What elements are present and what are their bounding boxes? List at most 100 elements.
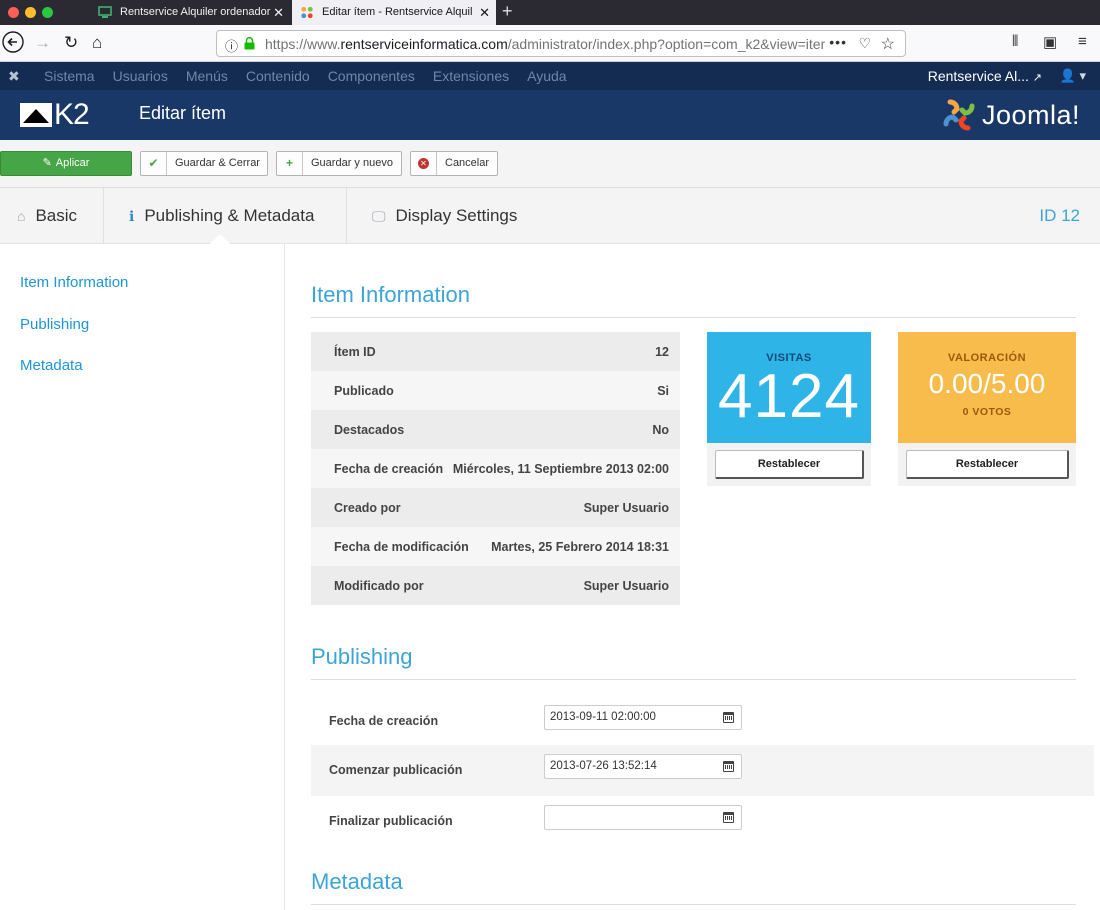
menu-item-ayuda[interactable]: Ayuda: [527, 62, 566, 90]
reset-visits-button[interactable]: Restablecer: [715, 450, 864, 479]
menu-item-extensiones[interactable]: Extensiones: [433, 62, 509, 90]
browser-nav-bar: → ↻ ⌂ ⓘ https://www.rentserviceinformati…: [0, 25, 1100, 62]
joomla-mark-icon: [943, 99, 975, 131]
table-row: Fecha de modificación Martes, 25 Febrero…: [311, 527, 680, 566]
calendar-icon[interactable]: [723, 761, 734, 772]
tab-publishing-label: Publishing & Metadata: [144, 206, 315, 225]
tab-basic-label: Basic: [35, 206, 78, 225]
reset-rating-button[interactable]: Restablecer: [906, 450, 1069, 479]
table-row: Fecha de creación Miércoles, 11 Septiemb…: [311, 449, 680, 488]
monitor-icon: 🖵: [372, 208, 386, 224]
browser-tab-title: Rentservice Alquiler ordenador: [120, 6, 271, 18]
window-zoom-button[interactable]: [42, 7, 53, 18]
new-tab-plus-icon[interactable]: +: [502, 0, 513, 25]
apply-button-label: Aplicar: [55, 157, 90, 169]
created-date-input[interactable]: 2013-09-11 02:00:00: [544, 705, 742, 730]
item-tabs: ⌂ Basic ℹ Publishing & Metadata 🖵 Display S…: [0, 188, 1100, 244]
bookmark-star-icon[interactable]: ☆: [881, 34, 895, 54]
row-label: Publicado: [334, 383, 394, 398]
menu-item-sistema[interactable]: Sistema: [44, 62, 95, 90]
menu-item-menus[interactable]: Menús: [186, 62, 228, 90]
menu-item-componentes[interactable]: Componentes: [328, 62, 415, 90]
section-divider: [311, 904, 1076, 905]
check-icon: ✔: [141, 152, 167, 175]
apply-button[interactable]: ✎ Aplicar: [0, 151, 132, 176]
site-link-label: Rentservice Al...: [927, 68, 1029, 84]
row-label: Ítem ID: [334, 344, 376, 359]
cancel-button[interactable]: ✕ Cancelar: [410, 151, 498, 176]
action-toolbar: ✎ Aplicar ✔ Guardar & Cerrar + Guardar y nu…: [0, 140, 1100, 188]
menu-item-usuarios[interactable]: Usuarios: [113, 62, 168, 90]
row-label: Fecha de creación: [334, 461, 444, 476]
browser-tab-editar-item[interactable]: Editar ítem - Rentservice Alquil ✕: [292, 0, 496, 25]
browser-tab-title: Editar ítem - Rentservice Alquil: [322, 6, 473, 18]
window-minimize-button[interactable]: [25, 7, 36, 18]
address-bar[interactable]: ⓘ https://www.rentserviceinformatica.com…: [216, 30, 906, 57]
browser-tab-rentservice[interactable]: Rentservice Alquiler ordenador ✕: [90, 0, 290, 25]
joomla-logo-icon[interactable]: ✖: [8, 68, 20, 85]
publish-up-input[interactable]: 2013-07-26 13:52:14: [544, 754, 742, 779]
save-new-label: Guardar y nuevo: [311, 157, 393, 169]
rating-value: 0.00/5.00: [928, 368, 1046, 399]
row-value: Super Usuario: [583, 578, 669, 593]
info-circle-icon: ℹ: [129, 208, 135, 224]
save-close-button[interactable]: ✔ Guardar & Cerrar: [140, 151, 268, 176]
table-row: Destacados No: [311, 410, 680, 449]
pocket-icon[interactable]: ♡: [858, 35, 871, 52]
info-icon[interactable]: ⓘ: [225, 36, 238, 55]
joomla-brand-logo: Joomla!: [942, 99, 1080, 131]
sidenav-metadata[interactable]: Metadata: [20, 357, 83, 374]
forward-arrow-icon[interactable]: →: [34, 33, 51, 53]
tab-display-settings[interactable]: 🖵 Display Settings: [347, 188, 567, 244]
publish-up-label: Comenzar publicación: [329, 763, 463, 777]
publish-up-value: 2013-07-26 13:52:14: [550, 760, 657, 772]
k2-logo: K2: [20, 100, 90, 130]
table-row: Modificado por Super Usuario: [311, 566, 680, 605]
tab-display-label: Display Settings: [395, 206, 518, 225]
calendar-icon[interactable]: [723, 712, 734, 723]
item-information-title: Item Information: [311, 282, 470, 307]
table-row: Ítem ID 12: [311, 332, 680, 371]
section-divider: [311, 679, 1076, 680]
page-actions-icon[interactable]: •••: [829, 34, 847, 50]
cancel-label: Cancelar: [445, 157, 490, 169]
sidebar-toggle-icon[interactable]: ▣: [1043, 33, 1057, 51]
item-info-table: Ítem ID 12 Publicado Si Destacados No Fe…: [311, 332, 680, 605]
url-text: https://www.rentserviceinformatica.com/a…: [265, 36, 825, 52]
site-link[interactable]: Rentservice Al... ↗: [928, 62, 1042, 92]
visits-card: VISITAS 4124 Restablecer: [707, 332, 871, 486]
reload-icon[interactable]: ↻: [64, 33, 78, 53]
visits-label: VISITAS: [766, 352, 812, 364]
user-menu-icon[interactable]: 👤 ▾: [1060, 62, 1086, 90]
hamburger-menu-icon[interactable]: ≡: [1078, 33, 1087, 50]
lock-icon[interactable]: [244, 37, 255, 50]
publish-down-input[interactable]: [544, 805, 742, 830]
joomla-wordmark: Joomla!: [981, 99, 1080, 130]
row-label: Destacados: [334, 422, 405, 437]
library-icon[interactable]: ⫴: [1012, 33, 1018, 50]
window-close-button[interactable]: [8, 7, 19, 18]
rating-card: VALORACIÓN 0.00/5.00 0 VOTOS Restablecer: [898, 332, 1076, 486]
menu-item-contenido[interactable]: Contenido: [246, 62, 310, 90]
row-value: No: [652, 422, 669, 437]
row-value: Super Usuario: [583, 500, 669, 515]
publishing-row-finish: Finalizar publicación: [311, 796, 1094, 847]
joomla-admin-menu: ✖ Sistema Usuarios Menús Contenido Compo…: [0, 62, 1100, 90]
back-arrow-icon[interactable]: [2, 31, 24, 58]
save-new-button[interactable]: + Guardar y nuevo: [276, 151, 402, 176]
home-icon[interactable]: ⌂: [92, 33, 102, 53]
page-title: Editar ítem: [139, 103, 227, 123]
calendar-icon[interactable]: [723, 812, 734, 823]
publish-down-label: Finalizar publicación: [329, 814, 453, 828]
tab-basic[interactable]: ⌂ Basic: [0, 188, 104, 244]
close-icon[interactable]: ✕: [479, 0, 490, 25]
row-value: 12: [655, 344, 669, 359]
home-icon: ⌂: [17, 208, 26, 224]
page-header: K2 Editar ítem Joomla!: [0, 90, 1100, 140]
sidenav-item-information[interactable]: Item Information: [20, 274, 128, 291]
sidenav-publishing[interactable]: Publishing: [20, 316, 89, 333]
item-id-badge: ID 12: [1039, 206, 1080, 225]
section-divider: [311, 317, 1076, 318]
close-icon[interactable]: ✕: [273, 0, 284, 25]
k2-mountain-icon: [20, 103, 52, 127]
